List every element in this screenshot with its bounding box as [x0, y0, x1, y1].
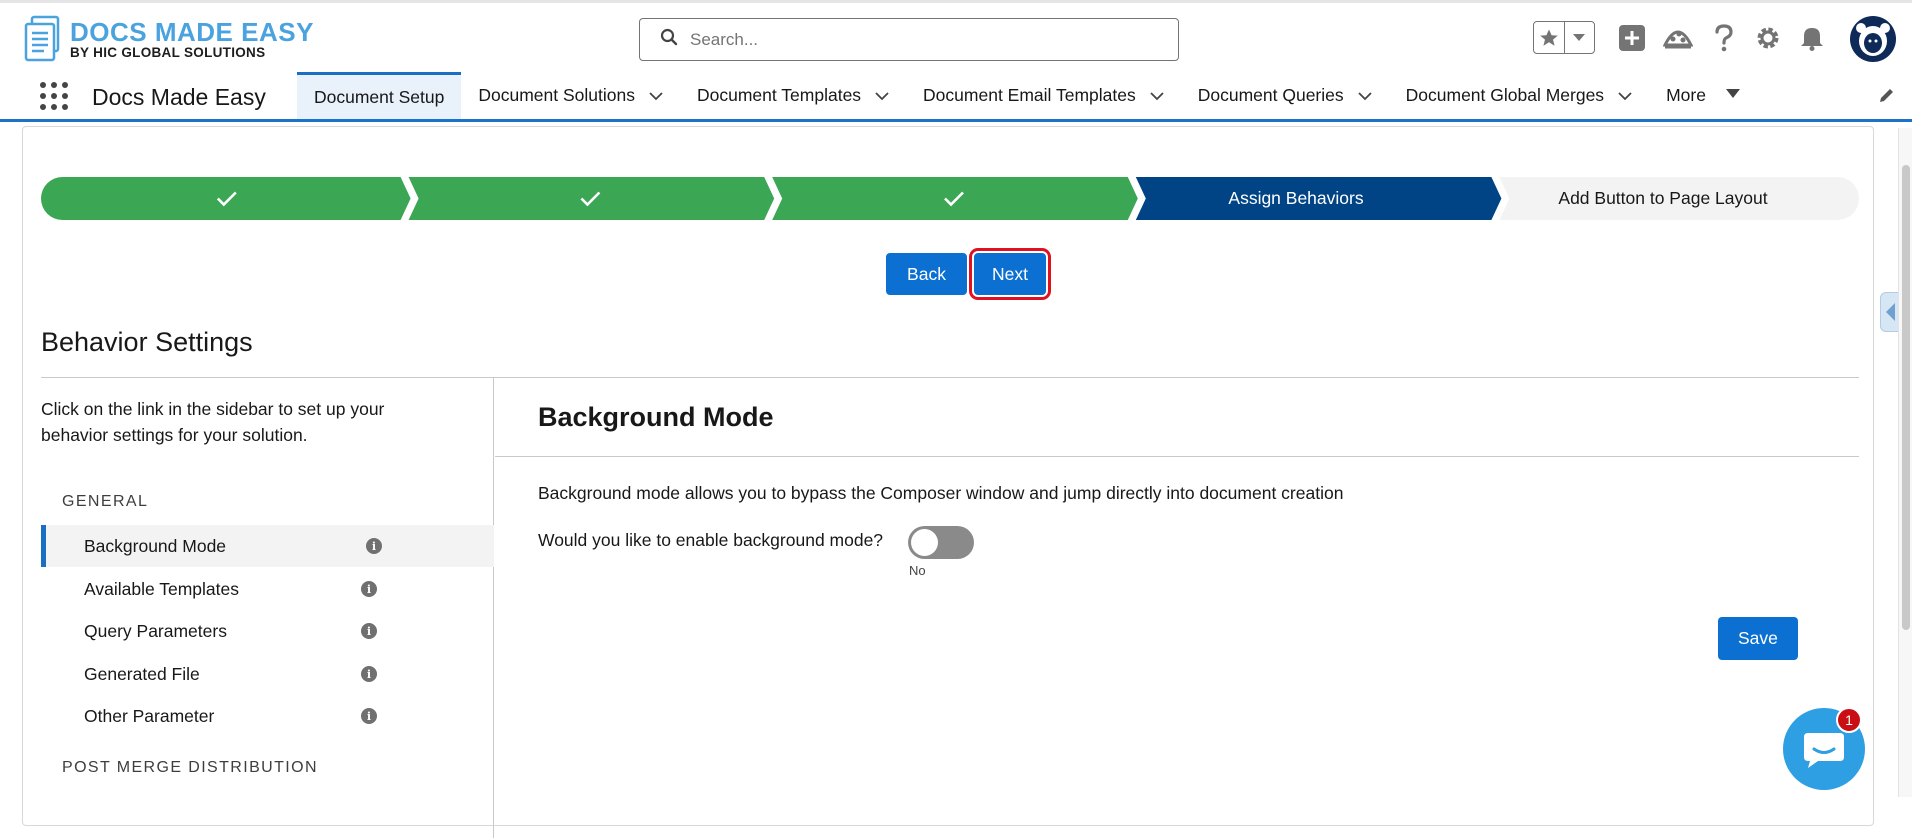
- sidebar-item-label: Other Parameter: [84, 705, 215, 726]
- tab-document-templates[interactable]: Document Templates: [680, 72, 906, 119]
- tab-label: Document Queries: [1197, 85, 1344, 105]
- progress-path: Assign Behaviors Add Button to Page Layo…: [41, 177, 1859, 220]
- background-mode-toggle[interactable]: [908, 526, 974, 559]
- document-stack-icon: [22, 15, 66, 63]
- tab-document-global-merges[interactable]: Document Global Merges: [1389, 72, 1649, 119]
- tab-label: Document Solutions: [478, 85, 635, 105]
- chevron-down-icon[interactable]: [649, 89, 663, 103]
- brand-logo[interactable]: DOCS MADE EASY BY HIC GLOBAL SOLUTIONS: [22, 15, 314, 63]
- behavior-sidebar: Click on the link in the sidebar to set …: [23, 378, 494, 838]
- sidebar-item-background-mode[interactable]: Background Mode i: [41, 525, 494, 567]
- brand-subtitle: BY HIC GLOBAL SOLUTIONS: [70, 44, 266, 60]
- search-input[interactable]: [690, 29, 1170, 50]
- sidebar-item-label: Generated File: [84, 663, 200, 684]
- info-icon[interactable]: i: [361, 581, 377, 597]
- sidebar-item-other-parameter[interactable]: Other Parameter i: [41, 695, 494, 737]
- app-navigation: Docs Made Easy Document Setup Document S…: [0, 72, 1912, 122]
- sidebar-item-generated-file[interactable]: Generated File i: [41, 653, 494, 695]
- help-icon[interactable]: [1711, 21, 1737, 54]
- brand-title: DOCS MADE EASY: [70, 16, 314, 47]
- path-step-2[interactable]: [408, 177, 775, 220]
- panel-description: Background mode allows you to bypass the…: [538, 483, 1344, 503]
- tab-document-setup[interactable]: Document Setup: [297, 72, 462, 119]
- toggle-knob: [911, 529, 938, 556]
- section-title: Behavior Settings: [41, 327, 253, 357]
- tab-label: More: [1666, 85, 1706, 105]
- trailhead-icon[interactable]: [1662, 21, 1694, 54]
- panel-title: Background Mode: [538, 402, 774, 432]
- tab-label: Document Setup: [314, 86, 445, 107]
- bell-icon[interactable]: [1798, 21, 1826, 54]
- plus-icon[interactable]: [1617, 21, 1647, 54]
- main-content-card: Assign Behaviors Add Button to Page Layo…: [22, 126, 1874, 838]
- sidebar-item-label: Query Parameters: [84, 620, 227, 641]
- background-mode-question: Would you like to enable background mode…: [538, 530, 884, 550]
- path-step-upcoming-label: Add Button to Page Layout: [1558, 188, 1768, 208]
- chevron-down-icon[interactable]: [1150, 89, 1164, 103]
- global-search[interactable]: [639, 18, 1179, 61]
- sidebar-item-label: Available Templates: [84, 578, 240, 599]
- path-step-1[interactable]: [41, 177, 411, 220]
- divider: [495, 456, 1859, 457]
- chat-bubble-icon: [1804, 733, 1844, 768]
- tab-label: Document Templates: [696, 85, 862, 105]
- app-launcher-icon[interactable]: [40, 82, 68, 110]
- info-icon[interactable]: i: [361, 666, 377, 682]
- sidebar-intro: Click on the link in the sidebar to set …: [41, 399, 385, 446]
- toggle-state-label: No: [909, 563, 926, 578]
- chevron-down-icon[interactable]: [1618, 89, 1632, 103]
- tab-label: Document Global Merges: [1405, 85, 1605, 105]
- nav-tabs: Document Setup Document Solutions Docume…: [297, 72, 1757, 119]
- sidebar-group-general: GENERAL: [62, 493, 149, 510]
- tab-document-queries[interactable]: Document Queries: [1181, 72, 1389, 119]
- astro-avatar-icon: [1856, 23, 1890, 56]
- sidebar-group-post-merge-distribution: POST MERGE DISTRIBUTION: [62, 759, 318, 776]
- gear-icon[interactable]: [1754, 21, 1782, 54]
- tab-more[interactable]: More: [1649, 72, 1757, 119]
- path-step-3[interactable]: [772, 177, 1138, 220]
- chevron-down-icon[interactable]: [875, 89, 889, 103]
- tab-document-solutions[interactable]: Document Solutions: [461, 72, 680, 119]
- search-icon: [660, 28, 678, 51]
- info-icon[interactable]: i: [361, 623, 377, 639]
- back-button[interactable]: Back: [886, 253, 967, 295]
- tab-label: Document Email Templates: [923, 85, 1136, 105]
- sidebar-item-available-templates[interactable]: Available Templates i: [41, 568, 494, 610]
- chat-notification-badge: 1: [1836, 707, 1862, 733]
- star-icon[interactable]: [1534, 22, 1564, 53]
- caret-down-icon[interactable]: [1563, 22, 1594, 53]
- path-step-current-label: Assign Behaviors: [1228, 188, 1364, 208]
- chevron-down-icon[interactable]: [1358, 89, 1372, 103]
- caret-down-icon[interactable]: [1725, 88, 1740, 103]
- save-button[interactable]: Save: [1718, 617, 1798, 660]
- edit-nav-icon[interactable]: [1878, 86, 1896, 109]
- favorites-control[interactable]: [1533, 21, 1595, 54]
- sidebar-item-query-parameters[interactable]: Query Parameters i: [41, 610, 494, 652]
- user-avatar[interactable]: [1850, 16, 1896, 62]
- next-button[interactable]: Next: [968, 248, 1051, 300]
- scrollbar-thumb[interactable]: [1902, 165, 1910, 630]
- info-icon[interactable]: i: [366, 538, 382, 554]
- wizard-buttons: Back Next: [23, 248, 1873, 300]
- app-name: Docs Made Easy: [92, 84, 266, 110]
- sidebar-item-label: Background Mode: [84, 535, 227, 556]
- info-icon[interactable]: i: [361, 708, 377, 724]
- tab-document-email-templates[interactable]: Document Email Templates: [906, 72, 1181, 119]
- global-header: DOCS MADE EASY BY HIC GLOBAL SOLUTIONS: [0, 0, 1912, 72]
